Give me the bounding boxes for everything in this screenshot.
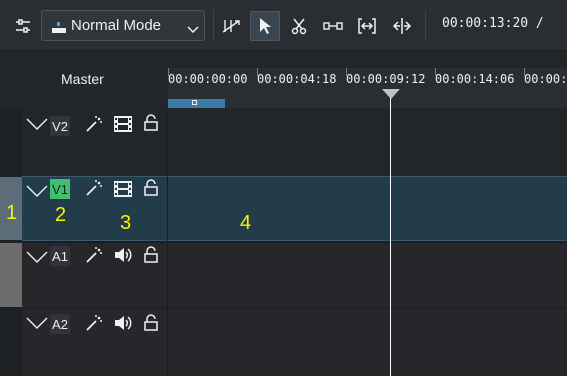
selection-tool-icon[interactable] bbox=[250, 11, 280, 41]
collapse-icon[interactable] bbox=[26, 185, 48, 197]
track-separator bbox=[22, 308, 567, 309]
lock-icon[interactable] bbox=[143, 114, 159, 132]
effects-icon[interactable] bbox=[84, 245, 104, 265]
edit-mode-label: Normal Mode bbox=[71, 17, 162, 34]
collapse-icon[interactable] bbox=[26, 118, 48, 130]
ruler-tick-label: 00:00:14:06 bbox=[435, 72, 515, 86]
track-strip bbox=[0, 108, 22, 376]
annotation-label: 3 bbox=[120, 212, 132, 234]
ruler-tick-label: 00:00:04:18 bbox=[257, 72, 337, 86]
toolbar-separator bbox=[425, 10, 426, 41]
playhead-marker-icon[interactable] bbox=[382, 89, 400, 100]
chevron-down-icon bbox=[187, 20, 199, 39]
timeline-timecode: 00:00:13:20 / bbox=[442, 16, 544, 31]
multicam-tool-icon[interactable] bbox=[387, 11, 417, 41]
annotation-label: 1 bbox=[6, 202, 18, 224]
lock-icon[interactable] bbox=[143, 179, 159, 197]
effects-icon[interactable] bbox=[84, 313, 104, 333]
toolbar-separator bbox=[213, 10, 214, 41]
track-name[interactable]: A2 bbox=[50, 314, 70, 334]
razor-tool-icon[interactable] bbox=[284, 11, 314, 41]
playhead-line[interactable] bbox=[390, 98, 391, 376]
track-header-v2[interactable]: V2 bbox=[22, 108, 168, 175]
collapse-icon[interactable] bbox=[26, 317, 48, 329]
time-ruler[interactable]: 00:00:00:00 00:00:04:18 00:00:09:12 00:0… bbox=[168, 68, 567, 108]
spacer-tool-icon[interactable] bbox=[217, 11, 247, 41]
annotation-label: 4 bbox=[240, 212, 252, 234]
ruler-tick-label: 00:00:00:00 bbox=[168, 72, 248, 86]
a1-target-marker[interactable] bbox=[0, 243, 22, 307]
zone-bar[interactable] bbox=[168, 99, 225, 108]
track-area-v2[interactable] bbox=[168, 108, 567, 175]
track-area-v1[interactable] bbox=[168, 176, 567, 241]
annotation-label: 2 bbox=[55, 204, 67, 226]
edit-mode-dropdown[interactable]: Normal Mode bbox=[41, 10, 205, 41]
effects-icon[interactable] bbox=[84, 114, 104, 134]
header-divider bbox=[167, 108, 168, 376]
track-settings-icon[interactable] bbox=[8, 11, 38, 41]
master-label: Master bbox=[61, 71, 104, 87]
overwrite-mode-icon bbox=[52, 19, 66, 38]
track-header-a1[interactable]: A1 bbox=[22, 243, 168, 308]
lock-icon[interactable] bbox=[143, 246, 159, 264]
ruler-tick-label: 00:00:1 bbox=[524, 72, 567, 86]
effects-icon[interactable] bbox=[84, 178, 104, 198]
timeline-toolbar: Normal Mode 00:00:13:20 / bbox=[0, 0, 567, 51]
track-name[interactable]: V1 bbox=[50, 179, 70, 199]
track-name[interactable]: A1 bbox=[50, 246, 70, 266]
lock-icon[interactable] bbox=[143, 314, 159, 332]
track-name[interactable]: V2 bbox=[50, 116, 70, 136]
zone-handle[interactable] bbox=[192, 100, 197, 105]
collapse-icon[interactable] bbox=[26, 251, 48, 263]
speaker-icon[interactable] bbox=[113, 246, 135, 264]
track-area-a1[interactable] bbox=[168, 243, 567, 308]
track-separator bbox=[22, 241, 567, 243]
track-area-a2[interactable] bbox=[168, 309, 567, 376]
track-header-v1[interactable]: V1 bbox=[22, 176, 168, 241]
film-icon[interactable] bbox=[113, 180, 133, 198]
ruler-tick-label: 00:00:09:12 bbox=[346, 72, 426, 86]
track-header-a2[interactable]: A2 bbox=[22, 309, 168, 376]
speaker-icon[interactable] bbox=[113, 314, 135, 332]
ripple-tool-icon[interactable] bbox=[352, 11, 382, 41]
film-icon[interactable] bbox=[113, 115, 133, 133]
slip-tool-icon[interactable] bbox=[318, 11, 348, 41]
